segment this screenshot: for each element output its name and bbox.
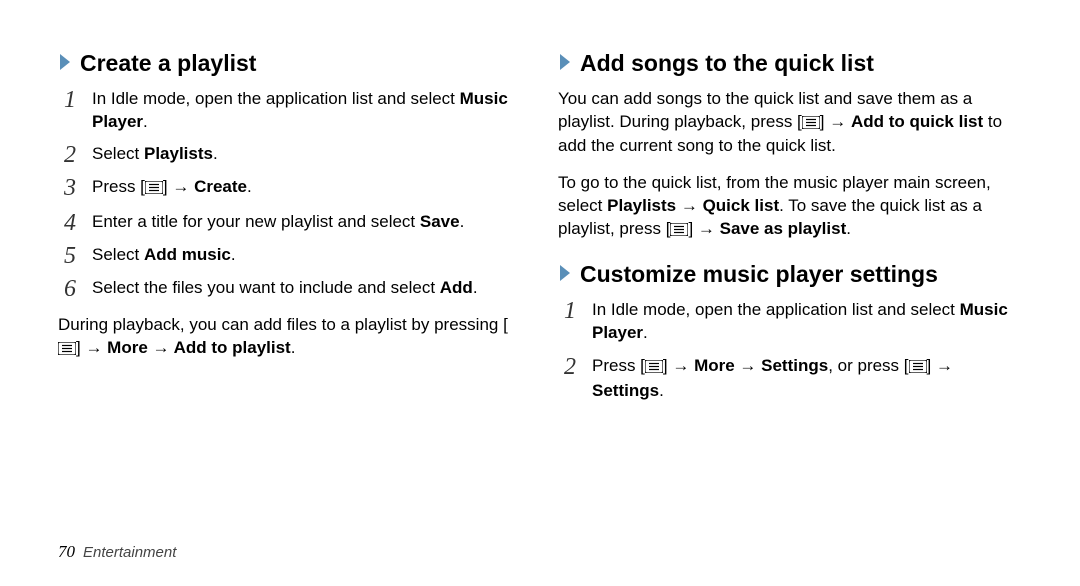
menu-icon xyxy=(645,357,663,380)
menu-icon xyxy=(909,357,927,380)
step-item: Select the files you want to include and… xyxy=(58,277,522,300)
page-number: 70 xyxy=(58,542,75,562)
steps-create-playlist: In Idle mode, open the application list … xyxy=(58,88,522,301)
chevron-icon xyxy=(558,264,572,286)
step-item: In Idle mode, open the application list … xyxy=(58,88,522,134)
chevron-icon xyxy=(58,53,72,75)
heading-text: Create a playlist xyxy=(80,50,256,78)
menu-icon xyxy=(670,220,688,243)
step-item: Select Playlists. xyxy=(58,143,522,166)
heading-text: Add songs to the quick list xyxy=(580,50,874,78)
footer-section-name: Entertainment xyxy=(83,544,176,561)
right-column: Add songs to the quick list You can add … xyxy=(558,50,1022,417)
quick-list-para-2: To go to the quick list, from the music … xyxy=(558,172,1022,243)
step-item: Enter a title for your new playlist and … xyxy=(58,211,522,234)
heading-customize-settings: Customize music player settings xyxy=(558,261,1022,289)
quick-list-para-1: You can add songs to the quick list and … xyxy=(558,88,1022,159)
heading-create-playlist: Create a playlist xyxy=(58,50,522,78)
step-item: Press [] → More → Settings, or press [] … xyxy=(558,355,1022,403)
steps-customize-settings: In Idle mode, open the application list … xyxy=(558,299,1022,403)
chevron-icon xyxy=(558,53,572,75)
heading-text: Customize music player settings xyxy=(580,261,938,289)
step-item: In Idle mode, open the application list … xyxy=(558,299,1022,345)
step-item: Select Add music. xyxy=(58,244,522,267)
menu-icon xyxy=(145,178,163,201)
create-playlist-note: During playback, you can add files to a … xyxy=(58,314,522,362)
heading-add-quick-list: Add songs to the quick list xyxy=(558,50,1022,78)
page-footer: 70 Entertainment xyxy=(58,542,176,562)
menu-icon xyxy=(58,339,76,362)
menu-icon xyxy=(802,113,820,136)
left-column: Create a playlist In Idle mode, open the… xyxy=(58,50,522,417)
step-item: Press [] → Create. xyxy=(58,176,522,201)
